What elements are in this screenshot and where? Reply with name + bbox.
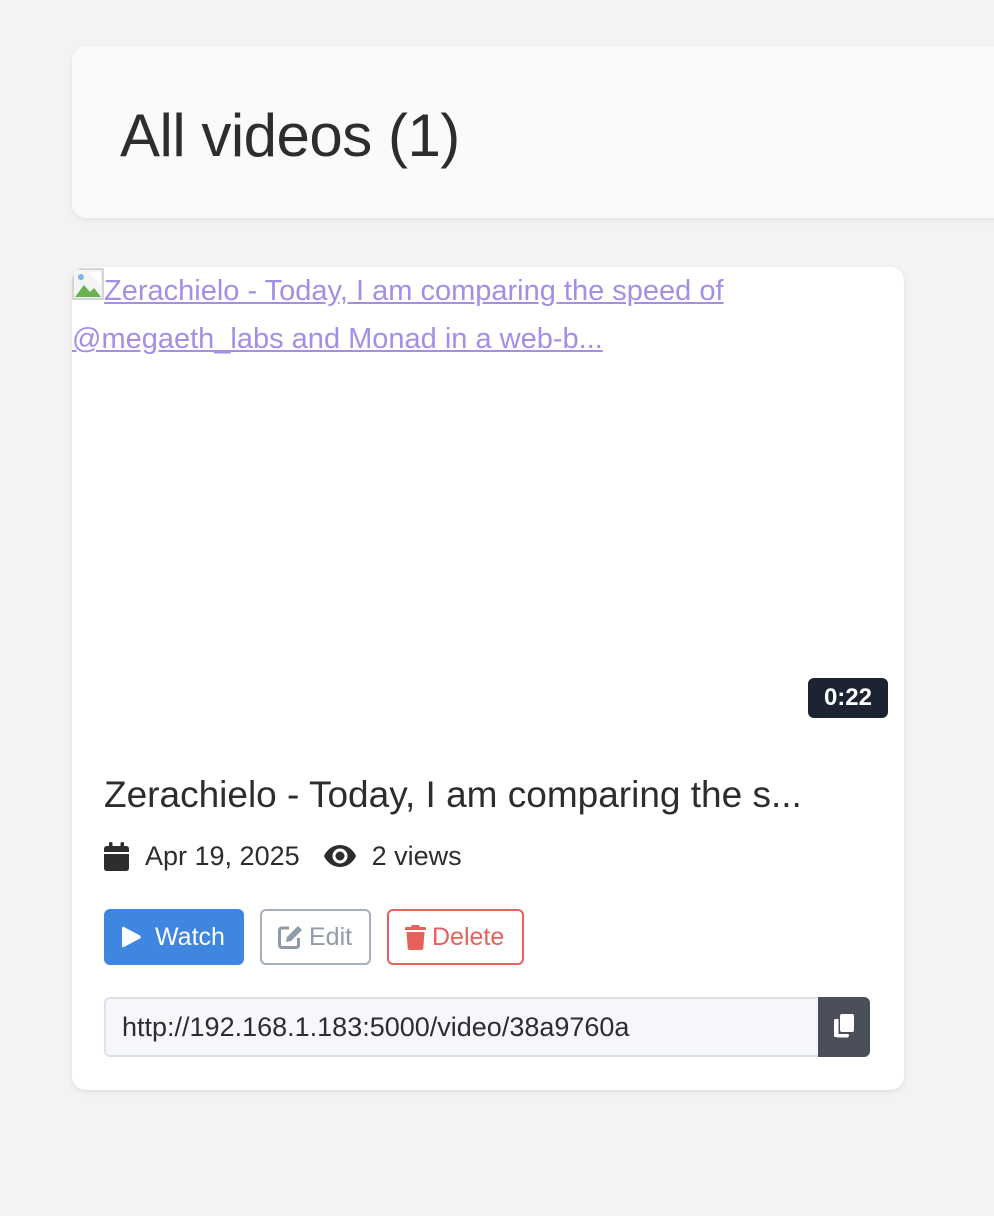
view-count: 2 views	[323, 840, 462, 872]
page-header: All videos (1)	[72, 46, 994, 218]
eye-icon	[323, 844, 356, 868]
video-title[interactable]: Zerachielo - Today, I am comparing the s…	[104, 771, 802, 819]
copy-icon	[833, 1013, 855, 1042]
video-meta: Apr 19, 2025 2 views	[104, 838, 462, 874]
copy-url-button[interactable]	[818, 997, 870, 1057]
edit-label: Edit	[309, 922, 353, 951]
calendar-icon	[104, 841, 129, 871]
upload-date-text: Apr 19, 2025	[145, 840, 300, 871]
share-url-field[interactable]	[104, 997, 818, 1057]
watch-label: Watch	[155, 922, 225, 951]
trash-icon	[405, 924, 426, 950]
thumbnail-link[interactable]: Zerachielo - Today, I am comparing the s…	[72, 267, 832, 363]
upload-date: Apr 19, 2025	[104, 841, 300, 872]
edit-icon	[278, 925, 303, 949]
play-icon	[122, 926, 141, 948]
video-thumbnail[interactable]: Zerachielo - Today, I am comparing the s…	[72, 267, 904, 735]
broken-image-icon	[72, 267, 104, 300]
duration-badge: 0:22	[807, 678, 888, 718]
watch-button[interactable]: Watch	[104, 909, 244, 965]
edit-button[interactable]: Edit	[260, 909, 371, 965]
delete-label: Delete	[432, 922, 505, 951]
page-title: All videos (1)	[120, 102, 460, 169]
delete-button[interactable]: Delete	[387, 909, 524, 965]
thumbnail-alt-text: Zerachielo - Today, I am comparing the s…	[72, 275, 724, 355]
share-url-group	[104, 997, 870, 1057]
video-card: Zerachielo - Today, I am comparing the s…	[72, 267, 904, 1090]
view-count-text: 2 views	[371, 840, 462, 871]
video-actions: Watch Edit Delete	[104, 909, 524, 965]
